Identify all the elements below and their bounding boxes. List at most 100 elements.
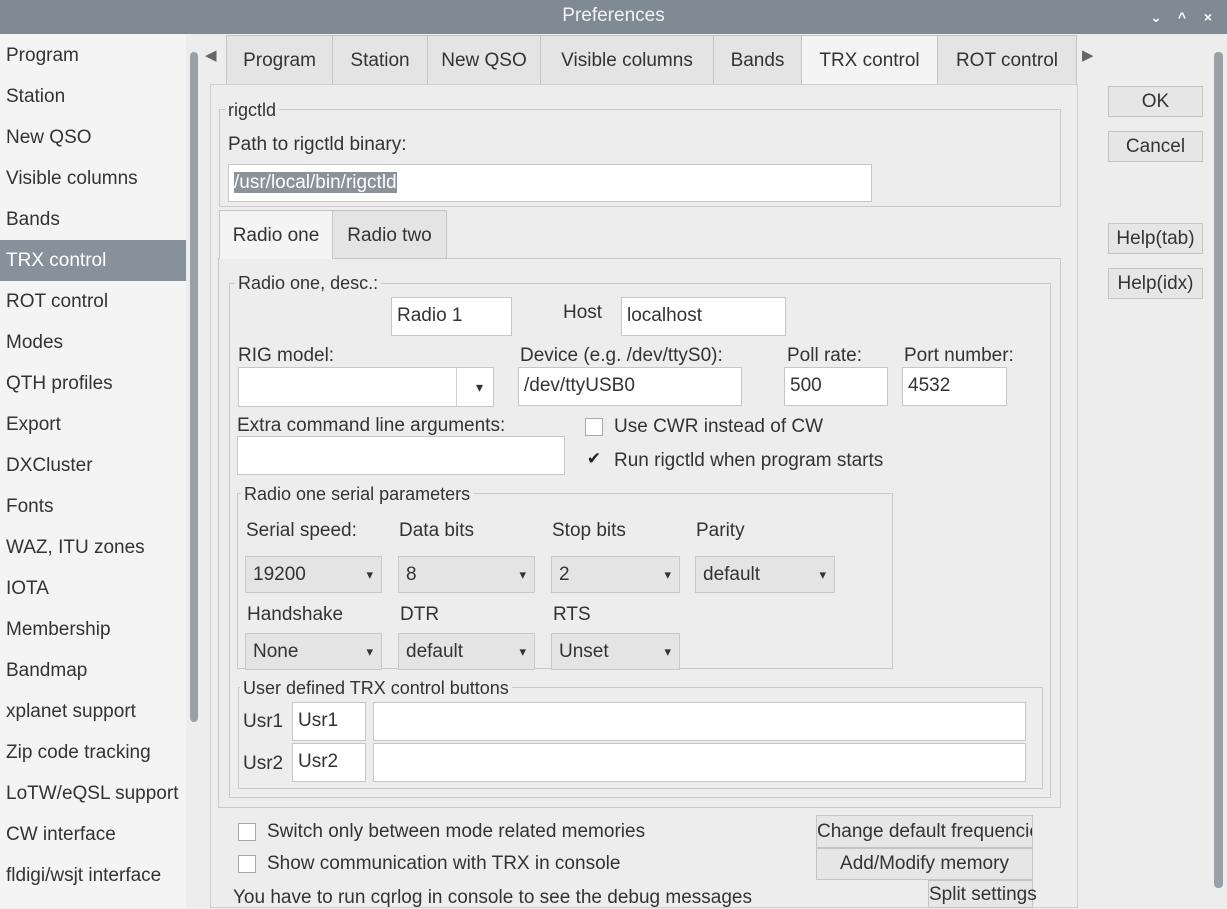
sidebar-item-lotw-eqsl-support[interactable]: LoTW/eQSL support — [0, 773, 186, 814]
rigctld-path-label: Path to rigctld binary: — [228, 134, 407, 155]
minimize-icon[interactable]: ⌄ — [1146, 6, 1166, 28]
window-title: Preferences — [562, 5, 665, 26]
sidebar-item-waz-itu-zones[interactable]: WAZ, ITU zones — [0, 527, 186, 568]
radio-one-desc-legend: Radio one, desc.: — [235, 273, 382, 293]
change-default-frequencies-button[interactable]: Change default frequencies — [816, 815, 1033, 848]
sidebar-item-xplanet-support[interactable]: xplanet support — [0, 691, 186, 732]
sidebar-item-export[interactable]: Export — [0, 404, 186, 445]
help-tab-button[interactable]: Help(tab) — [1108, 223, 1203, 254]
sidebar-item-bandmap[interactable]: Bandmap — [0, 650, 186, 691]
show-communication-checkbox[interactable] — [238, 855, 256, 873]
handshake-select[interactable]: None ▾ — [245, 633, 382, 670]
tab-radio-two[interactable]: Radio two — [332, 210, 447, 259]
rts-select[interactable]: Unset ▾ — [551, 633, 680, 670]
tab-radio-one[interactable]: Radio one — [219, 210, 332, 259]
device-label: Device (e.g. /dev/ttyS0): — [520, 345, 723, 366]
sidebar-item-membership[interactable]: Membership — [0, 609, 186, 650]
serial-speed-label: Serial speed: — [246, 520, 357, 541]
close-icon[interactable]: × — [1198, 6, 1218, 28]
dtr-value: default — [406, 641, 464, 662]
sidebar-item-bands[interactable]: Bands — [0, 199, 186, 240]
sidebar-item-trx-control[interactable]: TRX control — [0, 240, 186, 281]
show-communication-label: Show communication with TRX in console — [267, 853, 621, 874]
usr2-row-label: Usr2 — [243, 753, 284, 774]
tab-program[interactable]: Program — [226, 35, 333, 85]
run-rigctld-label: Run rigctld when program starts — [614, 450, 884, 471]
sidebar-item-station[interactable]: Station — [0, 76, 186, 117]
chevron-down-icon: ▾ — [366, 644, 373, 659]
usr2-command-input[interactable] — [373, 743, 1026, 782]
handshake-label: Handshake — [247, 604, 344, 625]
sidebar-item-new-qso[interactable]: New QSO — [0, 117, 186, 158]
ok-button[interactable]: OK — [1108, 86, 1203, 117]
handshake-value: None — [253, 641, 299, 662]
tab-scroll-left-icon[interactable]: ◀ — [205, 46, 217, 64]
extra-args-input[interactable] — [237, 436, 565, 475]
data-bits-label: Data bits — [399, 520, 474, 541]
sidebar-item-qth-profiles[interactable]: QTH profiles — [0, 363, 186, 404]
help-idx-button[interactable]: Help(idx) — [1108, 268, 1203, 299]
poll-rate-input[interactable]: 500 — [784, 367, 888, 406]
sidebar-item-iota[interactable]: IOTA — [0, 568, 186, 609]
device-input[interactable]: /dev/ttyUSB0 — [518, 367, 742, 406]
stop-bits-select[interactable]: 2 ▾ — [551, 556, 680, 593]
rigctld-legend: rigctld — [225, 100, 280, 120]
split-settings-button[interactable]: Split settings — [928, 880, 1037, 908]
rts-value: Unset — [559, 641, 609, 662]
chevron-down-icon: ▾ — [519, 644, 526, 659]
tab-visible-columns[interactable]: Visible columns — [540, 35, 714, 85]
port-number-input[interactable]: 4532 — [902, 367, 1007, 406]
tab-trx-control[interactable]: TRX control — [801, 35, 938, 85]
tab-scroll-right-icon[interactable]: ▶ — [1082, 46, 1094, 64]
sidebar-item-modes[interactable]: Modes — [0, 322, 186, 363]
data-bits-value: 8 — [406, 564, 417, 585]
usr2-name-input[interactable]: Usr2 — [292, 743, 366, 782]
sidebar-item-cw-interface[interactable]: CW interface — [0, 814, 186, 855]
stop-bits-value: 2 — [559, 564, 570, 585]
cwr-label: Use CWR instead of CW — [614, 416, 824, 437]
serial-speed-select[interactable]: 19200 ▾ — [245, 556, 382, 593]
tab-new-qso[interactable]: New QSO — [427, 35, 541, 85]
sidebar-item-dxcluster[interactable]: DXCluster — [0, 445, 186, 486]
radio-desc-input[interactable]: Radio 1 — [391, 297, 512, 336]
host-label: Host — [563, 302, 603, 323]
switch-memories-checkbox[interactable] — [238, 823, 256, 841]
add-modify-memory-button[interactable]: Add/Modify memory — [816, 848, 1033, 880]
sidebar-item-fldigi-wsjt-interface[interactable]: fldigi/wsjt interface — [0, 855, 186, 896]
run-rigctld-checkbox[interactable]: ✔ — [585, 450, 603, 469]
stop-bits-label: Stop bits — [552, 520, 626, 541]
usr1-command-input[interactable] — [373, 702, 1026, 741]
poll-rate-label: Poll rate: — [787, 345, 862, 366]
window-scrollbar-thumb[interactable] — [1214, 52, 1223, 888]
chevron-down-icon: ▾ — [664, 567, 671, 582]
dtr-select[interactable]: default ▾ — [398, 633, 535, 670]
maximize-icon[interactable]: ^ — [1172, 6, 1192, 28]
cancel-button[interactable]: Cancel — [1108, 131, 1203, 162]
cwr-checkbox[interactable] — [585, 418, 603, 436]
tab-rot-control[interactable]: ROT control — [937, 35, 1077, 85]
chevron-down-icon: ▾ — [819, 567, 826, 582]
sidebar-item-fonts[interactable]: Fonts — [0, 486, 186, 527]
sidebar-item-zip-code-tracking[interactable]: Zip code tracking — [0, 732, 186, 773]
combo-divider — [456, 367, 457, 407]
tab-bands[interactable]: Bands — [713, 35, 802, 85]
sidebar-item-program[interactable]: Program — [0, 35, 186, 76]
usr1-row-label: Usr1 — [243, 711, 284, 732]
user-buttons-legend: User defined TRX control buttons — [240, 678, 512, 698]
sidebar-item-rot-control[interactable]: ROT control — [0, 281, 186, 322]
data-bits-select[interactable]: 8 ▾ — [398, 556, 535, 593]
debug-note-text: You have to run cqrlog in console to see… — [233, 887, 752, 908]
tab-station[interactable]: Station — [332, 35, 428, 85]
host-input[interactable]: localhost — [621, 297, 786, 336]
parity-value: default — [703, 564, 761, 585]
extra-args-label: Extra command line arguments: — [237, 415, 506, 436]
chevron-down-icon: ▾ — [519, 567, 526, 582]
dtr-label: DTR — [400, 604, 440, 625]
rigctld-path-input[interactable]: /usr/local/bin/rigctld — [228, 164, 872, 202]
usr1-name-input[interactable]: Usr1 — [292, 702, 366, 741]
title-bar: Preferences ⌄ ^ × — [0, 0, 1227, 34]
sidebar-scrollbar-thumb[interactable] — [190, 52, 198, 722]
parity-select[interactable]: default ▾ — [695, 556, 835, 593]
sidebar-item-visible-columns[interactable]: Visible columns — [0, 158, 186, 199]
parity-label: Parity — [696, 520, 745, 541]
